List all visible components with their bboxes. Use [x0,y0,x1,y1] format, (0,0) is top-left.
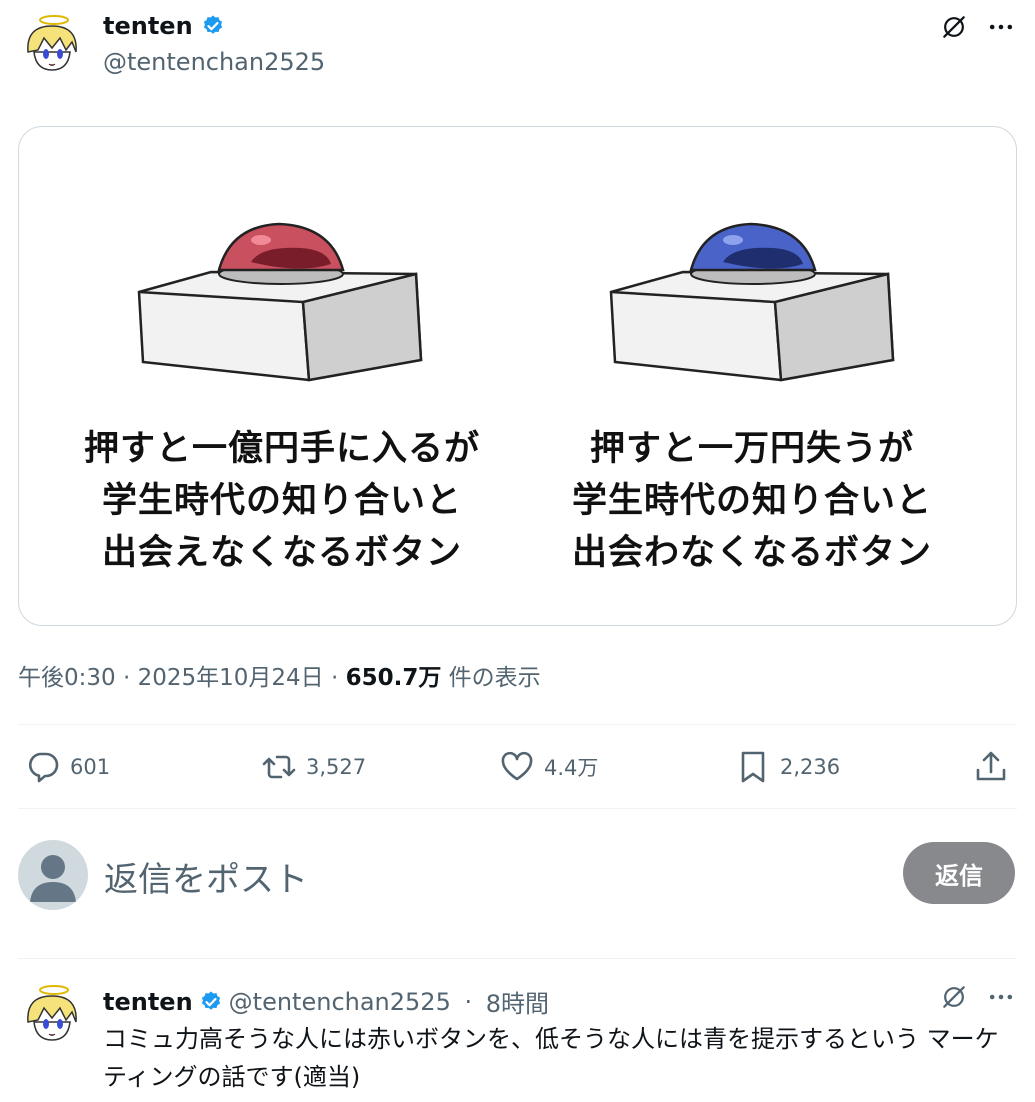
blue-button-illustration [609,222,895,382]
red-button-illustration [137,222,423,382]
verified-badge-icon [201,14,225,38]
bookmark-action[interactable]: 2,236 [734,748,840,786]
view-count-suffix: 件の表示 [441,665,541,691]
grok-icon[interactable] [937,980,971,1014]
post-timestamp[interactable]: 午後0:30 · 2025年10月24日 · [18,665,346,691]
author-handle[interactable]: @tentenchan2525 [103,48,325,76]
reply-text: コミュ力高そうな人には赤いボタンを、低そうな人には青を提示するという マーケティ… [103,1025,999,1091]
post-meta: 午後0:30 · 2025年10月24日 · 650.7万 件の表示 [18,658,541,692]
bookmark-icon [741,751,765,783]
bookmark-count: 2,236 [780,755,841,779]
more-icon[interactable] [984,10,1018,44]
reply-author-name[interactable]: tenten [103,988,193,1016]
like-count: 4.4万 [544,756,599,780]
verified-badge-icon [199,990,223,1014]
reply-author-avatar[interactable] [20,982,84,1046]
right-caption: 押すと一万円失うが 学生時代の知り合いと 出会わなくなるボタン [571,429,932,573]
repost-action[interactable]: 3,527 [260,748,366,786]
reply-time[interactable]: 8時間 [486,984,549,1019]
reply-separator: · [456,987,480,1016]
author-avatar[interactable] [20,12,84,76]
reply-action[interactable]: 601 [24,748,110,786]
reply-button[interactable]: 返信 [903,842,1015,904]
reply-author-handle[interactable]: @tentenchan2525 [229,988,451,1016]
repost-icon [262,755,296,779]
reply-icon [28,752,59,783]
reply-count: 601 [70,755,111,779]
like-action[interactable]: 4.4万 [498,748,598,786]
grok-icon[interactable] [937,10,971,44]
divider [18,958,1017,959]
divider [18,724,1017,725]
view-count: 650.7万 [345,665,442,691]
current-user-avatar [18,840,88,910]
heart-icon [501,751,533,781]
divider [18,808,1017,809]
share-action[interactable] [972,748,1010,786]
share-icon [976,751,1006,781]
left-caption: 押すと一億円手に入るが 学生時代の知り合いと 出会えなくなるボタン [83,429,480,573]
more-icon[interactable] [984,980,1018,1014]
post-image[interactable]: 押すと一億円手に入るが 学生時代の知り合いと 出会えなくなるボタン 押すと一万円… [18,126,1017,626]
reply-input[interactable]: 返信をポスト [104,852,884,901]
repost-count: 3,527 [306,755,367,779]
author-name[interactable]: tenten [103,12,193,40]
